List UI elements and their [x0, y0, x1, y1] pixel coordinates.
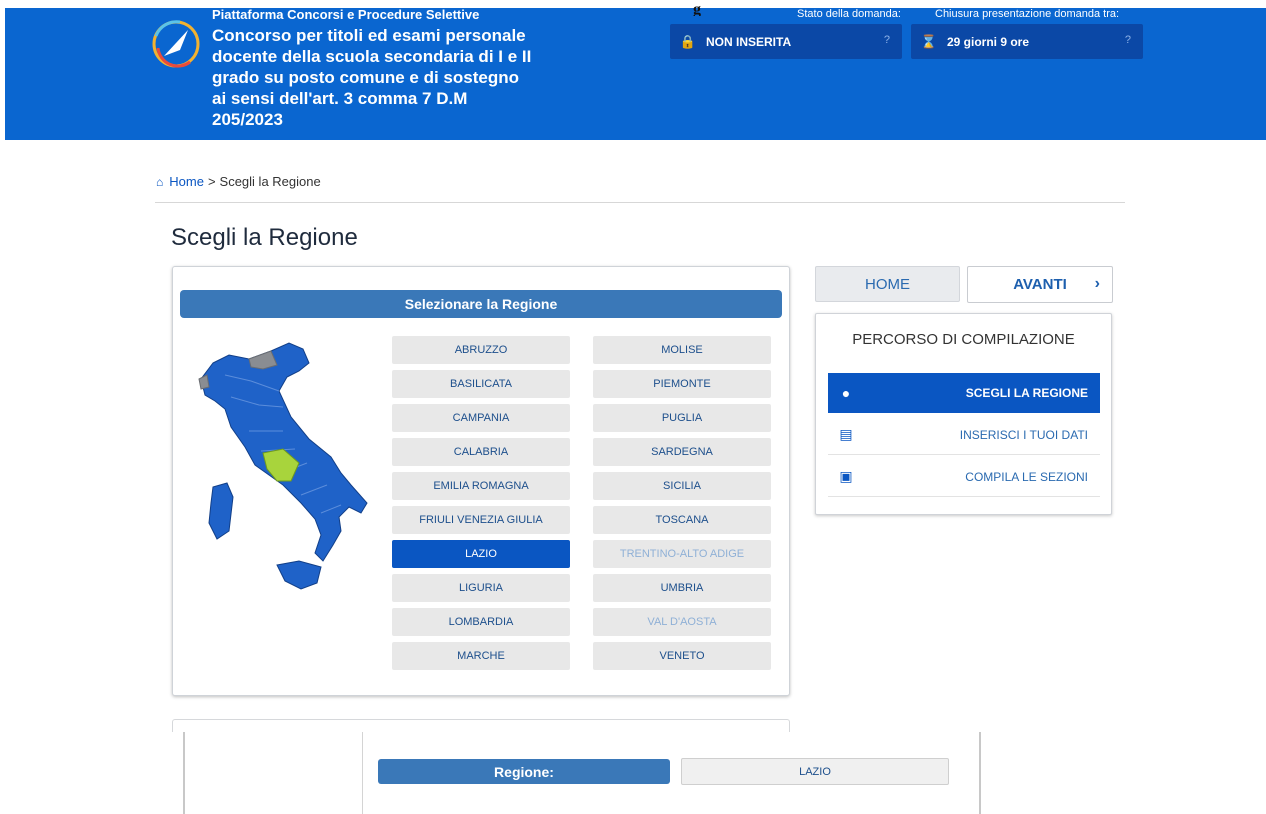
- deadline-box: ⌛ 29 giorni 9 ore ?: [911, 24, 1143, 59]
- breadcrumb-current: Scegli la Regione: [219, 174, 321, 189]
- status-label: Stato della domanda:: [797, 8, 901, 20]
- application-root: g Piattaforma Concorsi e Procedure Selet…: [0, 0, 1266, 814]
- platform-logo-icon: [152, 20, 200, 68]
- step-label: SCEGLI LA REGIONE: [965, 386, 1088, 400]
- step-choose-region[interactable]: ● SCEGLI LA REGIONE: [828, 373, 1100, 413]
- region-button-calabria[interactable]: CALABRIA: [392, 438, 570, 466]
- breadcrumb: ⌂ Home > Scegli la Regione: [156, 174, 321, 189]
- italy-map[interactable]: [191, 335, 371, 600]
- status-help-icon[interactable]: ?: [884, 34, 890, 46]
- region-button-veneto[interactable]: VENETO: [593, 642, 771, 670]
- region-button-lombardia[interactable]: LOMBARDIA: [392, 608, 570, 636]
- region-button-toscana[interactable]: TOSCANA: [593, 506, 771, 534]
- region-button-friuli-venezia-giulia[interactable]: FRIULI VENEZIA GIULIA: [392, 506, 570, 534]
- page-title: Scegli la Regione: [171, 224, 358, 251]
- region-button-umbria[interactable]: UMBRIA: [593, 574, 771, 602]
- step-label: COMPILA LE SEZIONI: [965, 469, 1088, 484]
- region-button-liguria[interactable]: LIGURIA: [392, 574, 570, 602]
- region-button-piemonte[interactable]: PIEMONTE: [593, 370, 771, 398]
- home-icon[interactable]: ⌂: [156, 175, 163, 189]
- summary-region-value: LAZIO: [681, 758, 949, 785]
- summary-region-label: Regione:: [378, 759, 670, 784]
- application-status-box: 🔒 NON INSERITA ?: [670, 24, 902, 59]
- hourglass-icon: ⌛: [920, 33, 938, 49]
- procedure-title: Concorso per titoli ed esami personale d…: [212, 26, 532, 129]
- region-button-emilia-romagna[interactable]: EMILIA ROMAGNA: [392, 472, 570, 500]
- region-button-trentino-alto-adige[interactable]: TRENTINO-ALTO ADIGE: [593, 540, 771, 568]
- summary-border-left: [183, 732, 185, 814]
- region-selection-panel: Selezionare la Regione ABRUZZO BASILICATA…: [172, 266, 790, 696]
- step-enter-data[interactable]: ▤ INSERISCI I TUOI DATI: [828, 415, 1100, 455]
- region-button-marche[interactable]: MARCHE: [392, 642, 570, 670]
- step-fill-sections[interactable]: ▣ COMPILA LE SEZIONI: [828, 457, 1100, 497]
- chevron-right-icon: ›: [1094, 275, 1100, 292]
- summary-divider: [362, 732, 363, 814]
- site-header: g Piattaforma Concorsi e Procedure Selet…: [5, 4, 1266, 140]
- compilation-path-panel: PERCORSO DI COMPILAZIONE ● SCEGLI LA REG…: [815, 313, 1112, 515]
- deadline-label: Chiusura presentazione domanda tra:: [935, 8, 1120, 20]
- compilation-path-title: PERCORSO DI COMPILAZIONE: [852, 331, 1075, 348]
- region-button-val-d-aosta[interactable]: VAL D'AOSTA: [593, 608, 771, 636]
- region-button-molise[interactable]: MOLISE: [593, 336, 771, 364]
- briefcase-icon: ▣: [839, 468, 853, 484]
- region-button-sicilia[interactable]: SICILIA: [593, 472, 771, 500]
- deadline-value: 29 giorni 9 ore: [947, 34, 1030, 49]
- header-stray-glyph: g: [693, 4, 701, 16]
- breadcrumb-home-link[interactable]: Home: [169, 174, 204, 189]
- lock-icon: 🔒: [679, 33, 697, 49]
- next-button-label: AVANTI: [1013, 276, 1067, 293]
- breadcrumb-divider: [155, 202, 1125, 203]
- home-button[interactable]: HOME: [815, 266, 960, 302]
- next-button[interactable]: AVANTI ›: [967, 266, 1113, 303]
- summary-border-right: [979, 732, 981, 814]
- region-button-puglia[interactable]: PUGLIA: [593, 404, 771, 432]
- breadcrumb-separator: >: [207, 174, 216, 189]
- region-button-abruzzo[interactable]: ABRUZZO: [392, 336, 570, 364]
- region-button-campania[interactable]: CAMPANIA: [392, 404, 570, 432]
- platform-name: Piattaforma Concorsi e Procedure Seletti…: [212, 7, 480, 22]
- step-label: INSERISCI I TUOI DATI: [959, 427, 1088, 442]
- region-panel-header: Selezionare la Regione: [180, 290, 782, 318]
- region-button-sardegna[interactable]: SARDEGNA: [593, 438, 771, 466]
- deadline-help-icon[interactable]: ?: [1125, 34, 1131, 46]
- map-marker-icon: ●: [841, 385, 851, 401]
- region-button-basilicata[interactable]: BASILICATA: [392, 370, 570, 398]
- id-card-icon: ▤: [839, 426, 853, 442]
- status-value: NON INSERITA: [706, 34, 792, 49]
- region-button-lazio[interactable]: LAZIO: [392, 540, 570, 568]
